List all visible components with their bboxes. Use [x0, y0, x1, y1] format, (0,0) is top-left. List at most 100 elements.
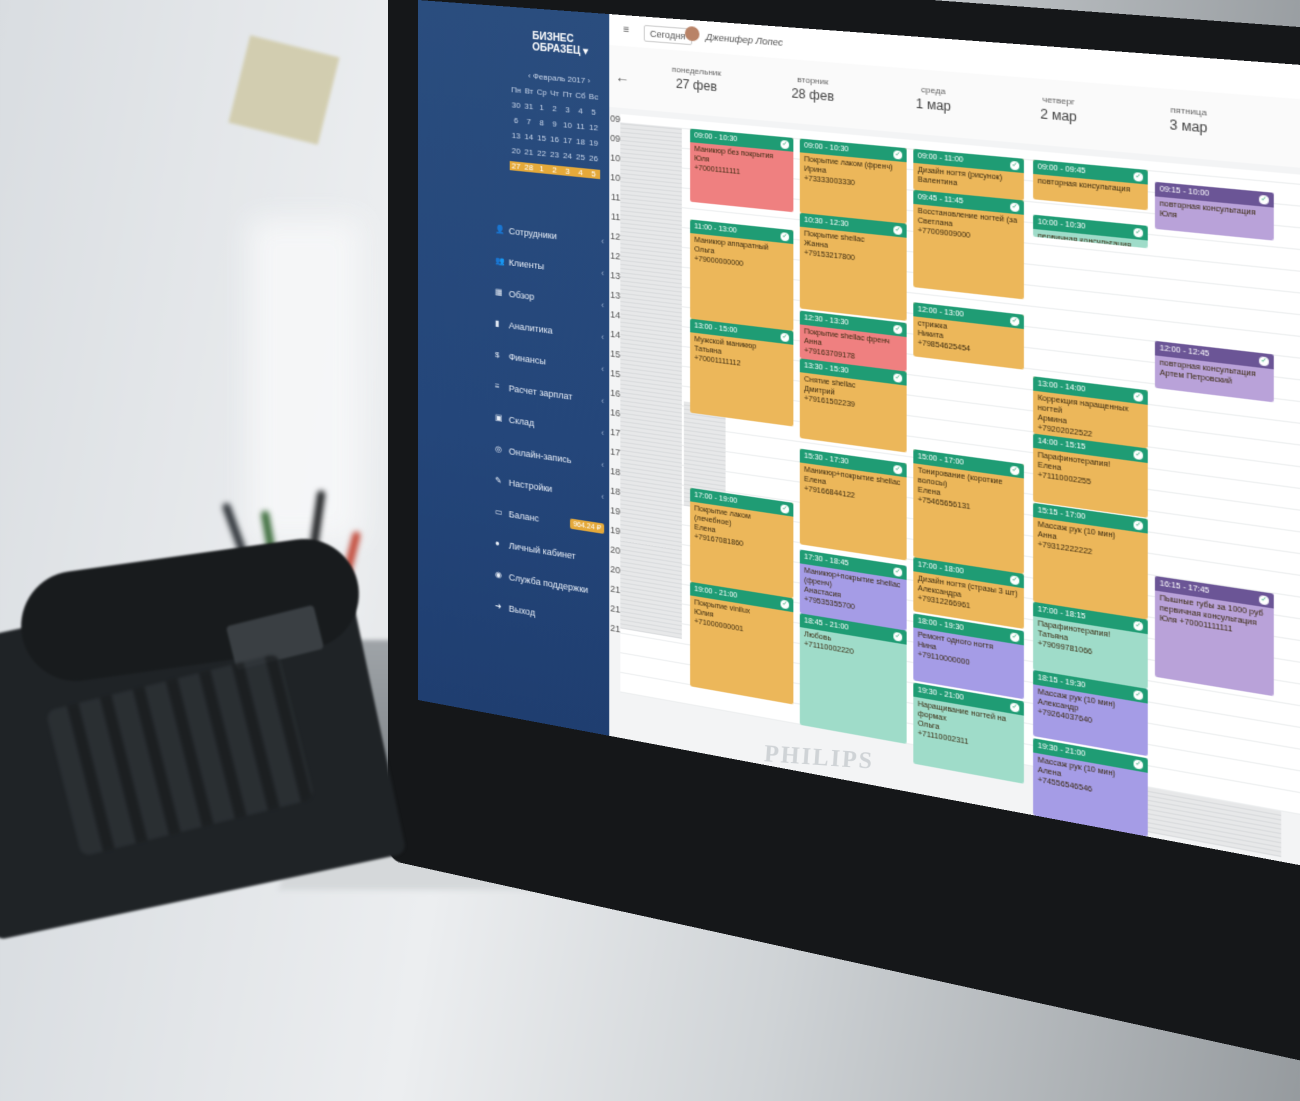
status-check-icon[interactable]: ✓ — [1133, 227, 1144, 238]
day-column-header[interactable]: вторник 28 фев — [754, 71, 872, 107]
day-column-header[interactable]: суббота4 мар — [1255, 112, 1300, 152]
status-check-icon[interactable]: ✓ — [780, 332, 790, 342]
calendar-day[interactable]: 16 — [548, 134, 561, 144]
status-check-icon[interactable]: ✓ — [893, 324, 903, 334]
calendar-day[interactable]: 1 — [535, 102, 548, 113]
menu-icon[interactable]: ≡ — [623, 24, 629, 36]
calendar-day[interactable]: 17 — [561, 135, 574, 146]
calendar-day[interactable]: 2 — [548, 164, 562, 176]
status-check-icon[interactable]: ✓ — [780, 231, 790, 241]
arrow-left-icon[interactable]: ← — [615, 68, 629, 86]
appointment-card[interactable]: 15:30 - 17:30 ✓ Маникюр+покрытие shellac Ел… — [799, 448, 907, 561]
appointment-card[interactable]: 19:00 - 21:00 ✓ Покрытие vinilux Юлия +71000… — [690, 581, 794, 705]
appointment-card[interactable]: 12:00 - 12:45 ✓ повторная консультация Арте… — [1154, 340, 1274, 403]
calendar-day[interactable]: 25 — [574, 152, 587, 162]
calendar-day[interactable]: 30 — [510, 100, 523, 110]
status-check-icon[interactable]: ✓ — [1133, 171, 1144, 182]
day-column-header[interactable]: пятница 3 мар — [1123, 101, 1255, 140]
calendar-day[interactable]: 22 — [535, 148, 548, 158]
appointment-card[interactable]: 13:00 - 15:00 ✓ Мужской маникюр Татьяна +700… — [690, 318, 794, 427]
calendar-day[interactable]: 28 — [522, 162, 536, 173]
appointment-card[interactable]: 17:00 - 19:00 ✓ Покрытие лаком (лечебное) Е… — [690, 487, 794, 599]
user-name[interactable]: Дженифер Лопес — [706, 32, 783, 48]
calendar-day[interactable]: 2 — [548, 104, 561, 114]
appointment-card[interactable]: 18:45 - 21:00 ✓ Любовь +71110002220 — [799, 613, 907, 745]
calendar-day[interactable]: 18 — [574, 137, 587, 147]
appointment-card[interactable]: 11:00 - 13:00 ✓ Маникюр аппаратный Ольга +79… — [690, 219, 794, 332]
status-check-icon[interactable]: ✓ — [1010, 631, 1020, 642]
calendar-day[interactable]: 10 — [561, 120, 574, 130]
appointment-card[interactable]: 09:00 - 10:30 ✓ Маникюр без покрытия Юля +70… — [690, 128, 794, 213]
appointment-card[interactable]: 13:30 - 15:30 ✓ Снятие shellac Дмитрий +7916… — [799, 358, 907, 453]
status-check-icon[interactable]: ✓ — [893, 464, 903, 475]
sidebar-item-label: Склад — [508, 414, 535, 428]
status-check-icon[interactable]: ✓ — [1010, 465, 1020, 476]
appointment-card[interactable]: 09:15 - 10:00 ✓ повторная консультация Юля — [1154, 181, 1274, 241]
appointment-card[interactable]: 09:45 - 11:45 ✓ Восстановление ногтей (за С… — [913, 189, 1024, 300]
status-check-icon[interactable]: ✓ — [1010, 701, 1020, 713]
status-check-icon[interactable]: ✓ — [780, 503, 790, 514]
status-check-icon[interactable]: ✓ — [1259, 355, 1269, 366]
calendar-day[interactable]: 4 — [574, 167, 588, 178]
calendar-day[interactable]: 1 — [535, 163, 549, 174]
status-check-icon[interactable]: ✓ — [1133, 519, 1144, 531]
status-check-icon[interactable]: ✓ — [1010, 201, 1020, 212]
appointment-card[interactable]: 09:00 - 09:45 ✓ повторная консультация — [1033, 159, 1148, 211]
day-column-header[interactable]: четверг 2 мар — [995, 91, 1123, 129]
calendar-day[interactable]: 3 — [561, 166, 575, 177]
appointment-card[interactable]: 15:00 - 17:00 ✓ Тонирование (короткие воло… — [913, 449, 1024, 574]
status-check-icon[interactable]: ✓ — [780, 598, 790, 609]
status-check-icon[interactable]: ✓ — [893, 149, 903, 160]
status-check-icon[interactable]: ✓ — [1010, 315, 1020, 326]
status-check-icon[interactable]: ✓ — [1010, 574, 1020, 585]
calendar-day[interactable]: 20 — [510, 146, 523, 156]
calendar-day[interactable]: 15 — [535, 133, 548, 143]
sidebar-item-label: Клиенты — [508, 256, 545, 272]
calendar-day[interactable]: 7 — [522, 116, 535, 127]
status-check-icon[interactable]: ✓ — [1133, 620, 1144, 631]
calendar-day[interactable]: 23 — [548, 149, 561, 160]
calendar-day[interactable]: 11 — [574, 121, 587, 131]
sidebar: БИЗНЕС ОБРАЗЕЦ ▾ ‹ Февраль 2017 › Пн Вт Ср… — [418, 0, 610, 736]
list-icon: ≡ — [495, 381, 500, 392]
calendar-day[interactable]: 9 — [548, 119, 561, 129]
status-check-icon[interactable]: ✓ — [1259, 594, 1269, 605]
calendar-day[interactable]: 8 — [535, 118, 548, 128]
calendar-month: ‹ Февраль 2017 › — [528, 71, 591, 86]
appointment-card[interactable]: 16:15 - 17:45 ✓ Пышные губы за 1000 руб пер… — [1154, 575, 1274, 697]
status-check-icon[interactable]: ✓ — [1010, 160, 1020, 170]
day-column-header[interactable]: понедельник 27 фев — [640, 62, 754, 98]
calendar-day[interactable]: 6 — [510, 115, 523, 126]
status-check-icon[interactable]: ✓ — [1133, 758, 1144, 770]
appointment-card[interactable]: 19:30 - 21:00 ✓ Наращивание ногтей на форм… — [913, 682, 1024, 784]
schedule-grid: 09:00 - 10:30 ✓ Маникюр без покрытия Юля +70… — [620, 114, 1300, 858]
status-check-icon[interactable]: ✓ — [893, 631, 903, 642]
time-label: 09 — [610, 113, 621, 125]
status-check-icon[interactable]: ✓ — [893, 225, 903, 235]
status-check-icon[interactable]: ✓ — [893, 566, 903, 577]
status-check-icon[interactable]: ✓ — [780, 139, 790, 149]
appointment-card[interactable]: 15:15 - 17:00 ✓ Массаж рук (10 мин) Анна +79… — [1033, 502, 1148, 620]
calendar-day[interactable]: 13 — [510, 131, 523, 141]
appointment-card[interactable]: 12:00 - 13:00 ✓ стрижка Никита +79854625454 — [913, 302, 1024, 370]
calendar-day[interactable]: 14 — [522, 132, 535, 142]
calendar-day[interactable]: 21 — [522, 147, 535, 157]
business-selector[interactable]: БИЗНЕС ОБРАЗЕЦ ▾ — [532, 31, 609, 60]
calendar-day[interactable]: 31 — [522, 101, 535, 111]
calendar-day[interactable]: 24 — [561, 151, 574, 161]
status-check-icon[interactable]: ✓ — [1133, 689, 1144, 700]
appointment-card[interactable]: 10:00 - 10:30 ✓ первичная консультация — [1033, 214, 1148, 249]
wrench-icon: ✎ — [495, 475, 502, 486]
clients-icon: 👥 — [495, 255, 505, 266]
status-check-icon[interactable]: ✓ — [893, 372, 903, 383]
calendar-day[interactable]: 4 — [574, 106, 587, 116]
status-check-icon[interactable]: ✓ — [1259, 194, 1269, 205]
status-check-icon[interactable]: ✓ — [1133, 391, 1144, 402]
calendar-day[interactable]: 27 — [509, 161, 523, 172]
appointment-card[interactable]: 09:00 - 10:30 ✓ Покрытие лаком (френч) Ирин… — [799, 138, 907, 224]
status-check-icon[interactable]: ✓ — [1133, 449, 1144, 460]
calendar-day[interactable]: 3 — [561, 105, 574, 115]
weekday-label: Пт — [562, 89, 573, 100]
day-column-header[interactable]: среда 1 мар — [872, 81, 995, 118]
appointment-card[interactable]: 10:30 - 12:30 ✓ Покрытие shellac Жанна +7915… — [799, 212, 907, 321]
